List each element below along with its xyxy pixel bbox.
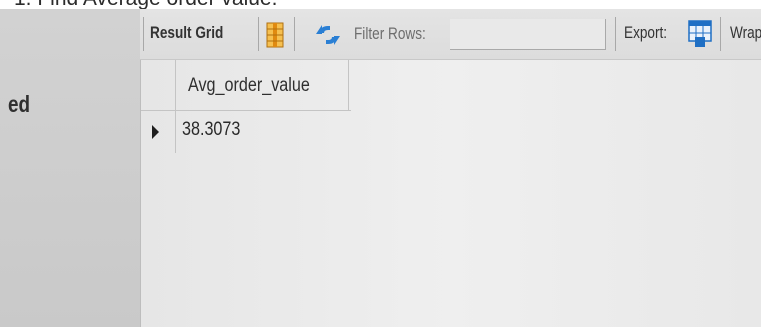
- export-grid-icon[interactable]: [688, 20, 712, 53]
- filter-rows-label: Filter Rows:: [354, 24, 426, 43]
- grid-header-row: Avg_order_value: [141, 60, 351, 111]
- cell-value: 38.3073: [182, 119, 241, 140]
- toolbar-separator: [615, 17, 616, 51]
- column-header[interactable]: Avg_order_value: [176, 60, 349, 110]
- column-header-label: Avg_order_value: [188, 75, 310, 96]
- column-grid-icon[interactable]: [266, 22, 284, 53]
- screen: 1. Find Average order value. ed Result G…: [0, 0, 761, 327]
- row-selector[interactable]: [141, 111, 176, 153]
- result-toolbar: Result Grid Filter Rows: Export: Wrap: [140, 9, 761, 60]
- left-pane-label: ed: [8, 91, 31, 117]
- heading-strip: 1. Find Average order value.: [0, 0, 761, 9]
- table-cell[interactable]: 38.3073: [176, 111, 348, 153]
- toolbar-separator: [720, 17, 721, 51]
- export-label: Export:: [624, 23, 668, 42]
- left-pane: ed: [0, 9, 141, 327]
- grid-corner-cell[interactable]: [141, 60, 176, 110]
- table-row[interactable]: 38.3073: [141, 111, 351, 153]
- result-grid: Avg_order_value 38.3073: [141, 60, 761, 327]
- wrap-cell-content-button[interactable]: Wrap: [730, 23, 761, 43]
- refresh-arrows-icon[interactable]: [314, 21, 342, 54]
- toolbar-separator: [143, 17, 144, 51]
- toolbar-separator: [294, 17, 295, 51]
- current-row-arrow-icon: [152, 125, 159, 139]
- filter-rows-input[interactable]: [450, 19, 606, 50]
- result-grid-tab[interactable]: Result Grid: [150, 23, 223, 43]
- question-heading: 1. Find Average order value.: [14, 0, 277, 9]
- toolbar-separator: [258, 17, 259, 51]
